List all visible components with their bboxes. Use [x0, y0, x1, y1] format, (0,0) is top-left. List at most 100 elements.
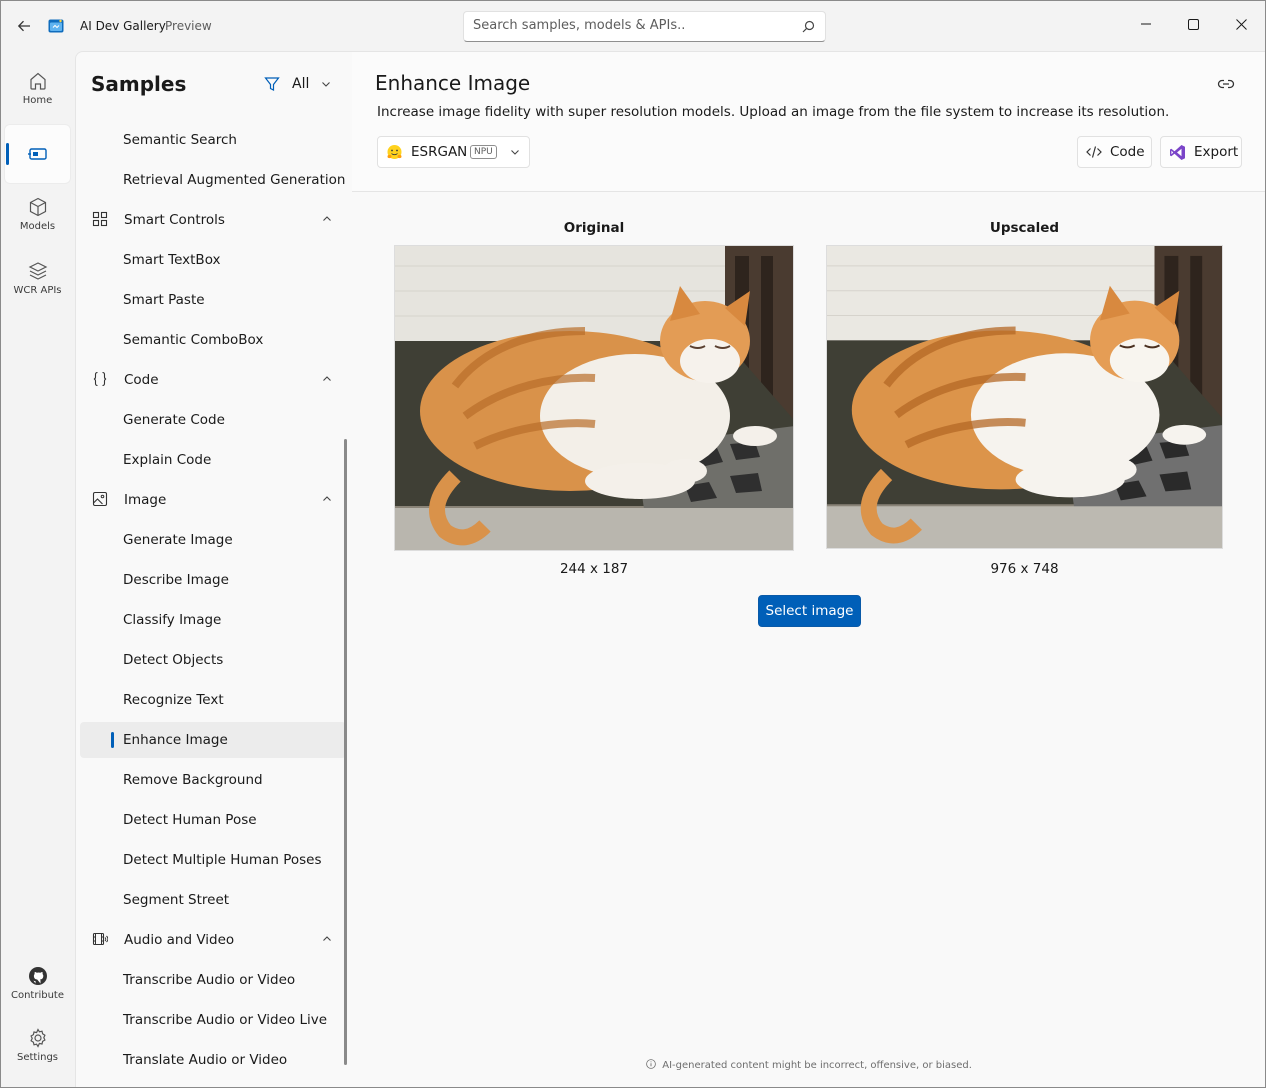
tree-item-enhance-image[interactable]: Enhance Image: [80, 722, 346, 758]
tree-item-label: Detect Objects: [123, 652, 224, 668]
main-content: Enhance Image Increase image fidelity wi…: [352, 51, 1265, 1087]
page-title: Enhance Image: [375, 71, 531, 95]
search-box[interactable]: [463, 11, 826, 42]
tree-item-segment-street[interactable]: Segment Street: [80, 882, 346, 918]
tree-item-detect-objects[interactable]: Detect Objects: [80, 642, 346, 678]
tree-item-explain-code[interactable]: Explain Code: [80, 442, 346, 478]
tree-item-detect-multiple-human-poses[interactable]: Detect Multiple Human Poses: [80, 842, 346, 878]
tree-item-translate-audio-video[interactable]: Translate Audio or Video: [80, 1042, 346, 1078]
visual-studio-icon: [1170, 144, 1185, 160]
gear-icon: [29, 1028, 46, 1048]
model-selector[interactable]: ESRGAN NPU: [377, 136, 530, 168]
close-icon: [1235, 18, 1247, 30]
original-image: [394, 245, 794, 551]
page-description: Increase image fidelity with super resol…: [377, 104, 1170, 120]
home-icon: [29, 72, 46, 90]
tree-item-transcribe-audio-video-live[interactable]: Transcribe Audio or Video Live: [80, 1002, 346, 1038]
copy-link-button[interactable]: [1214, 72, 1238, 96]
filter-icon: [264, 77, 280, 91]
export-button[interactable]: Export: [1160, 136, 1242, 168]
code-button[interactable]: Code: [1077, 136, 1152, 168]
app-window: AI Dev Gallery Preview Home Models WCR A…: [0, 0, 1266, 1088]
tree-item-rag[interactable]: Retrieval Augmented Generation: [80, 162, 346, 198]
original-title: Original: [563, 220, 625, 236]
sample-header: Enhance Image Increase image fidelity wi…: [352, 52, 1265, 192]
tree-item-label: Detect Multiple Human Poses: [123, 852, 322, 868]
tree-group-audio-video[interactable]: Audio and Video: [80, 922, 346, 958]
filter-dropdown[interactable]: All: [264, 76, 331, 92]
tree-group-image[interactable]: Image: [80, 482, 346, 518]
tree-item-label: Translate Audio or Video: [123, 1052, 288, 1068]
tree-item-label: Segment Street: [123, 892, 230, 908]
nav-contribute[interactable]: Contribute: [5, 966, 70, 1016]
chevron-up-icon[interactable]: [322, 374, 332, 384]
samples-scrollbar[interactable]: [344, 439, 347, 1065]
nav-settings[interactable]: Settings: [5, 1028, 70, 1078]
upscaled-image: [826, 245, 1223, 549]
nav-home[interactable]: Home: [5, 71, 70, 121]
nav-samples[interactable]: [5, 125, 70, 183]
disclaimer-text: AI-generated content might be incorrect,…: [662, 1060, 972, 1071]
select-image-button[interactable]: Select image: [758, 595, 861, 627]
hugging-face-icon: [387, 145, 402, 159]
chevron-up-icon[interactable]: [322, 494, 332, 504]
tree-group-code[interactable]: Code: [80, 362, 346, 398]
tree-item-semantic-search[interactable]: Semantic Search: [80, 122, 346, 158]
chevron-down-icon: [511, 150, 519, 155]
tree-item-transcribe-audio-video[interactable]: Transcribe Audio or Video: [80, 962, 346, 998]
samples-title: Samples: [91, 72, 187, 96]
app-subtitle: Preview: [165, 19, 212, 33]
chevron-down-icon: [322, 82, 331, 87]
samples-icon: [27, 148, 47, 160]
tree-item-label: Retrieval Augmented Generation: [123, 172, 346, 188]
tree-item-label: Generate Image: [123, 532, 233, 548]
tree-item-semantic-combobox[interactable]: Semantic ComboBox: [80, 322, 346, 358]
tree-item-label: Semantic Search: [123, 132, 237, 148]
nav-wcr-apis-label: WCR APIs: [13, 285, 62, 296]
tree-item-smart-paste[interactable]: Smart Paste: [80, 282, 346, 318]
braces-icon: [93, 371, 107, 387]
tree-item-generate-code[interactable]: Generate Code: [80, 402, 346, 438]
tree-group-label: Code: [124, 372, 159, 388]
smart-controls-icon: [92, 211, 108, 227]
tree-item-generate-image[interactable]: Generate Image: [80, 522, 346, 558]
upscaled-title: Upscaled: [989, 220, 1060, 236]
minimize-button[interactable]: [1123, 1, 1169, 47]
tree-item-detect-human-pose[interactable]: Detect Human Pose: [80, 802, 346, 838]
maximize-button[interactable]: [1170, 1, 1216, 47]
nav-models[interactable]: Models: [5, 197, 70, 247]
chevron-up-icon[interactable]: [322, 214, 332, 224]
chevron-up-icon[interactable]: [322, 934, 332, 944]
tree-item-recognize-text[interactable]: Recognize Text: [80, 682, 346, 718]
tree-group-label: Smart Controls: [124, 212, 225, 228]
close-button[interactable]: [1218, 1, 1264, 47]
back-button[interactable]: [10, 13, 38, 39]
export-button-label: Export: [1194, 144, 1239, 160]
tree-item-describe-image[interactable]: Describe Image: [80, 562, 346, 598]
tree-group-smart-controls[interactable]: Smart Controls: [80, 202, 346, 238]
search-input[interactable]: [473, 18, 793, 33]
nav-selection-indicator: [6, 143, 9, 165]
nav-settings-label: Settings: [16, 1052, 58, 1063]
maximize-icon: [1187, 18, 1199, 30]
original-size: 244 x 187: [559, 561, 629, 577]
cat-photo-original: [395, 246, 793, 550]
tree-item-label: Transcribe Audio or Video: [123, 972, 296, 988]
npu-badge: NPU: [470, 145, 497, 159]
tree-item-label: Transcribe Audio or Video Live: [123, 1012, 328, 1028]
app-logo-icon: [48, 19, 64, 33]
tree-item-classify-image[interactable]: Classify Image: [80, 602, 346, 638]
tree-item-label: Classify Image: [123, 612, 222, 628]
tree-item-label: Enhance Image: [123, 732, 228, 748]
nav-contribute-label: Contribute: [10, 990, 64, 1001]
info-icon: [646, 1059, 656, 1069]
tree-item-remove-background[interactable]: Remove Background: [80, 762, 346, 798]
cube-icon: [29, 197, 46, 217]
nav-wcr-apis[interactable]: WCR APIs: [5, 261, 70, 311]
back-arrow-icon: [17, 20, 30, 32]
search-icon[interactable]: [802, 20, 815, 33]
audio-video-icon: [92, 932, 108, 946]
link-icon: [1217, 79, 1235, 89]
tree-item-smart-textbox[interactable]: Smart TextBox: [80, 242, 346, 278]
tree-item-label: Smart Paste: [123, 292, 205, 308]
